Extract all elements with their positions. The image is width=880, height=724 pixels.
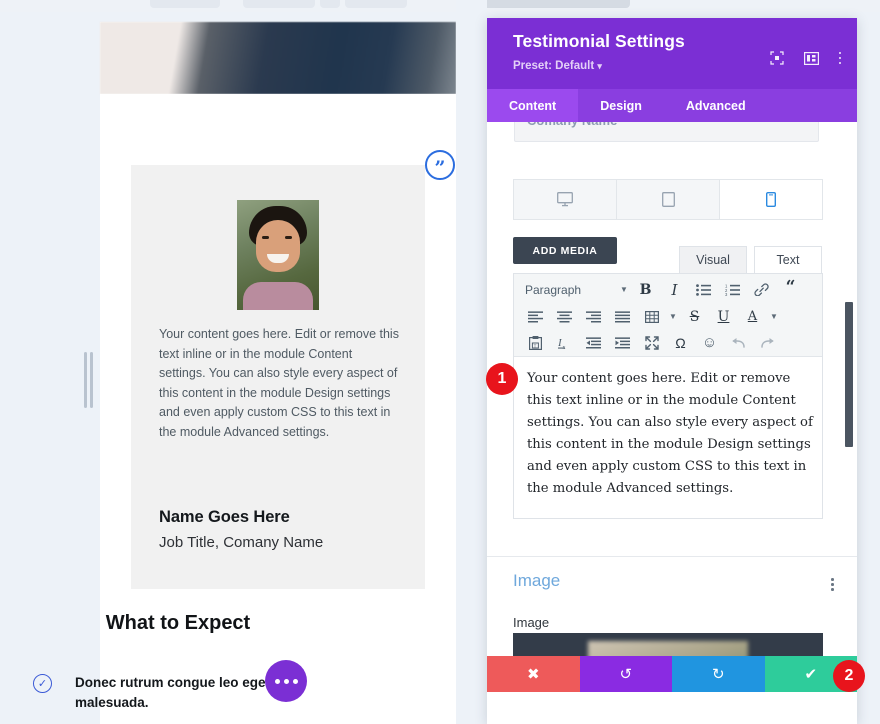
table-caret-icon[interactable]: ▼: [666, 304, 680, 329]
clear-formatting-button[interactable]: Ix: [550, 330, 579, 355]
toolbar-chip[interactable]: [345, 0, 407, 8]
testimonial-card[interactable]: Your content goes here. Edit or remove t…: [131, 165, 425, 589]
cancel-button[interactable]: ✖: [487, 656, 580, 692]
align-right-button[interactable]: [579, 304, 608, 329]
testimonial-body-text: Your content goes here. Edit or remove t…: [159, 325, 399, 442]
tab-design[interactable]: Design: [578, 89, 664, 122]
panel-action-bar: ✖ ↺ ↻ ✔: [487, 656, 857, 692]
rich-text-editor[interactable]: Paragraph ▼ B I 123 “: [513, 273, 823, 519]
module-drag-handle[interactable]: [84, 352, 94, 408]
builder-top-toolbar: [0, 0, 880, 12]
tablet-icon: [662, 192, 675, 207]
company-name-value: Comany Name: [527, 122, 617, 128]
align-justify-button[interactable]: [608, 304, 637, 329]
text-color-caret-icon[interactable]: ▼: [767, 304, 781, 329]
responsive-phone-button[interactable]: [719, 179, 823, 220]
link-button[interactable]: [747, 277, 776, 302]
hero-banner-image: [100, 22, 456, 94]
bullet-list-button[interactable]: [689, 277, 718, 302]
editor-content-text[interactable]: Your content goes here. Edit or remove t…: [527, 368, 815, 500]
layout-columns-icon[interactable]: [804, 52, 819, 65]
italic-button[interactable]: I: [660, 277, 689, 302]
editor-tab-text[interactable]: Text: [754, 246, 822, 273]
preset-selector[interactable]: Preset: Default ▾: [513, 60, 602, 72]
add-media-button[interactable]: ADD MEDIA: [513, 237, 617, 264]
numbered-list-button[interactable]: 123: [718, 277, 747, 302]
editor-toolbar-row-1: Paragraph ▼ B I 123 “: [521, 276, 805, 303]
more-vertical-icon[interactable]: [839, 52, 842, 65]
preview-right-rail: [456, 0, 487, 724]
undo-button[interactable]: ↺: [580, 656, 673, 692]
section-divider: [487, 556, 857, 557]
image-section-title[interactable]: Image: [513, 571, 560, 591]
panel-scrollbar[interactable]: [845, 302, 853, 447]
bold-button[interactable]: B: [631, 277, 660, 302]
image-field-label: Image: [513, 615, 549, 630]
outdent-button[interactable]: [579, 330, 608, 355]
underline-button[interactable]: U: [709, 304, 738, 329]
toolbar-chip[interactable]: [243, 0, 315, 8]
section-heading-what-to-expect: What to Expect: [0, 612, 356, 635]
svg-text:T: T: [534, 343, 537, 348]
editor-tab-visual[interactable]: Visual: [679, 246, 747, 273]
align-left-button[interactable]: [521, 304, 550, 329]
panel-tabs: Content Design Advanced: [487, 89, 857, 122]
table-button[interactable]: [637, 304, 666, 329]
quote-mark-icon: ”: [425, 150, 455, 180]
fullscreen-expand-icon[interactable]: [770, 51, 784, 65]
company-name-field[interactable]: Comany Name: [514, 122, 819, 142]
panel-header-actions: [770, 51, 842, 65]
tab-content[interactable]: Content: [487, 89, 578, 122]
fullscreen-button[interactable]: [637, 330, 666, 355]
toolbar-chip[interactable]: [320, 0, 340, 8]
check-circle-icon: ✓: [33, 674, 52, 693]
text-color-button[interactable]: A: [738, 304, 767, 329]
emoji-button[interactable]: ☺: [695, 330, 724, 355]
strikethrough-button[interactable]: S: [680, 304, 709, 329]
panel-header: Testimonial Settings Preset: Default ▾: [487, 18, 857, 89]
responsive-tablet-button[interactable]: [616, 179, 720, 220]
responsive-desktop-button[interactable]: [513, 179, 617, 220]
redo-button[interactable]: ↻: [672, 656, 765, 692]
svg-text:3: 3: [725, 292, 728, 296]
phone-icon: [766, 192, 776, 207]
avatar: [237, 200, 319, 310]
chevron-down-icon: ▾: [597, 61, 602, 71]
annotation-badge-1: 1: [486, 363, 518, 395]
quote-glyph: ”: [435, 163, 446, 173]
editor-toolbar: Paragraph ▼ B I 123 “: [514, 274, 822, 357]
toolbar-chip[interactable]: [150, 0, 220, 8]
redo-button[interactable]: [753, 330, 782, 355]
align-center-button[interactable]: [550, 304, 579, 329]
more-vertical-icon[interactable]: [831, 578, 834, 591]
tab-advanced[interactable]: Advanced: [664, 89, 768, 122]
desktop-icon: [557, 192, 573, 207]
page-title: Testimonial Settings: [513, 31, 685, 52]
testimonial-author-role: Job Title, Comany Name: [159, 534, 323, 551]
editor-toolbar-row-2: ▼ S U A ▼: [521, 303, 781, 330]
special-character-button[interactable]: Ω: [666, 330, 695, 355]
paragraph-format-select[interactable]: Paragraph: [521, 277, 617, 302]
paste-as-text-button[interactable]: T: [521, 330, 550, 355]
annotation-badge-2: 2: [833, 660, 865, 692]
preset-label: Preset: Default: [513, 60, 594, 72]
testimonial-author-name: Name Goes Here: [159, 508, 290, 527]
screen-root: ” Your content goes here. Edit or remove…: [0, 0, 880, 724]
indent-button[interactable]: [608, 330, 637, 355]
undo-button[interactable]: [724, 330, 753, 355]
blockquote-button[interactable]: “: [776, 277, 805, 302]
editor-toolbar-row-3: T Ix Ω ☺: [521, 329, 782, 356]
chevron-down-icon[interactable]: ▼: [617, 277, 631, 302]
more-options-icon[interactable]: [265, 660, 307, 702]
